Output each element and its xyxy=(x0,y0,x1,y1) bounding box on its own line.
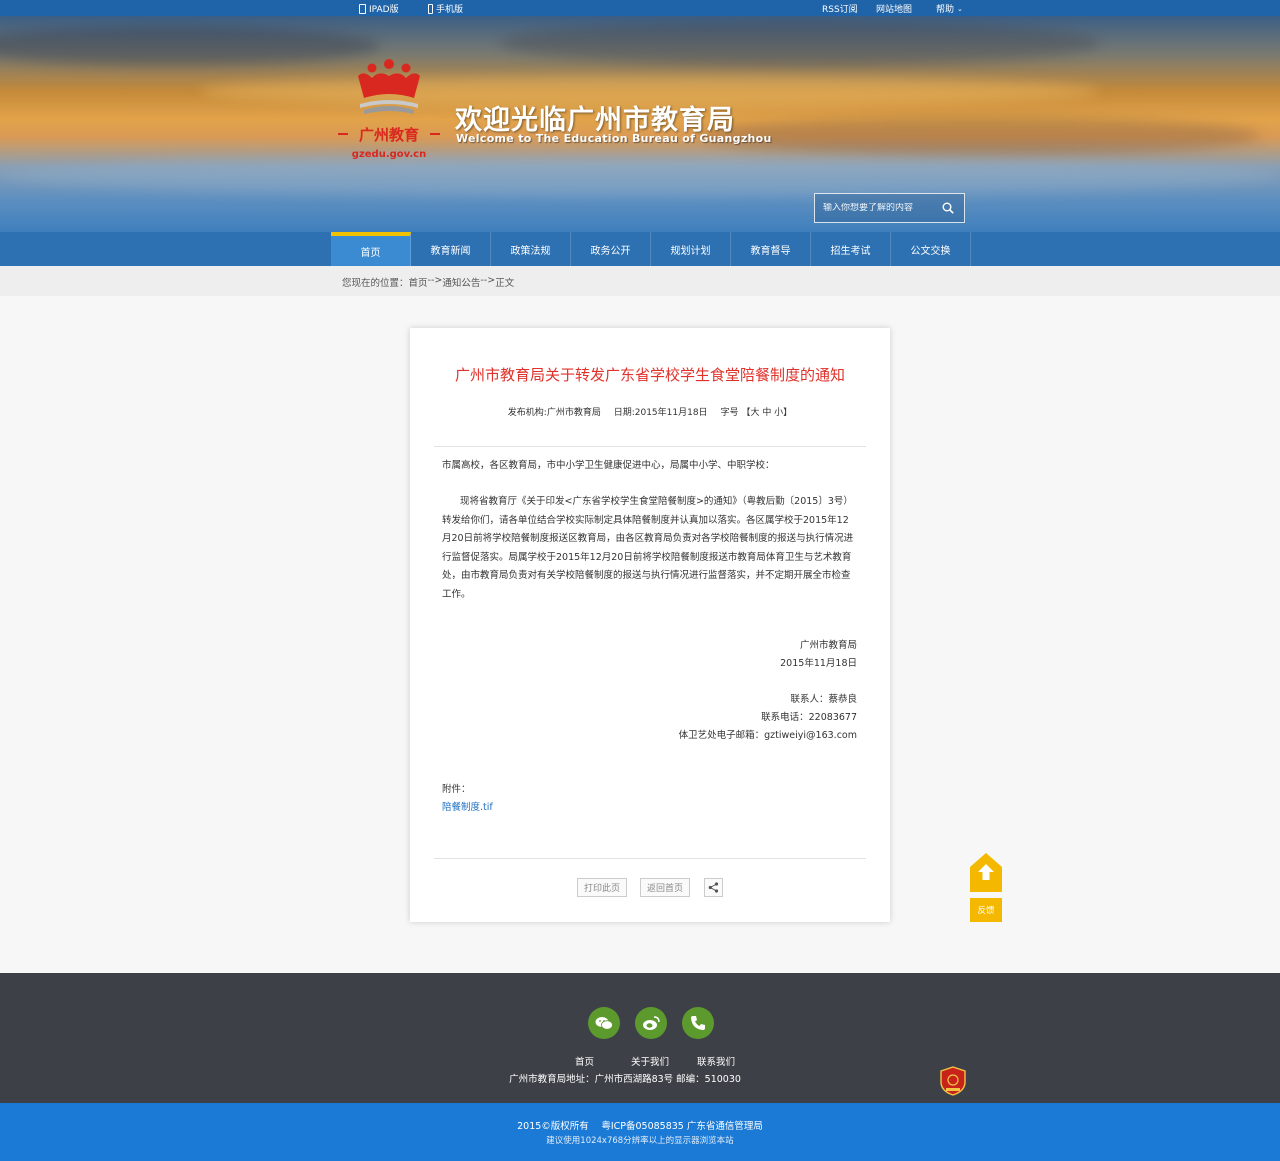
footer-address: 广州市教育局地址：广州市西湖路83号 邮编：510030 xyxy=(509,1074,741,1085)
footer-link-home[interactable]: 首页 xyxy=(575,1054,594,1068)
breadcrumb-notices[interactable]: 通知公告 xyxy=(442,275,480,289)
breadcrumb: 您现在的位置： 首页 --> 通知公告 --> 正文 xyxy=(0,266,1280,296)
article-actions: 打印此页 返回首页 xyxy=(410,878,890,897)
font-size-label: 字号 xyxy=(720,408,739,418)
logo-wordmark: 广州教育 xyxy=(359,126,419,144)
share-icon xyxy=(708,882,719,893)
main-nav: 首页 教育新闻 政策法规 政务公开 规划计划 教育督导 招生考试 公文交换 xyxy=(0,232,1280,266)
rss-link[interactable]: RSS订阅 xyxy=(822,2,858,15)
header-banner: 广州教育 gzedu.gov.cn 欢迎光临广州市教育局 Welcome to … xyxy=(0,16,1280,232)
help-menu[interactable]: 帮助 ⌄ xyxy=(936,2,963,16)
ipad-version-label: IPAD版 xyxy=(369,5,399,15)
mobile-version-label: 手机版 xyxy=(436,5,464,15)
chevron-down-icon: ⌄ xyxy=(957,4,963,13)
weibo-button[interactable] xyxy=(635,1007,667,1039)
mobile-version-link[interactable]: 手机版 xyxy=(428,2,463,15)
nav-tab-policy[interactable]: 政策法规 xyxy=(491,232,571,266)
back-home-button[interactable]: 返回首页 xyxy=(640,878,691,897)
breadcrumb-separator: --> xyxy=(480,275,496,286)
breadcrumb-current: 正文 xyxy=(495,278,515,289)
nav-tab-planning[interactable]: 规划计划 xyxy=(651,232,731,266)
ipad-version-link[interactable]: IPAD版 xyxy=(359,2,399,15)
search-input[interactable] xyxy=(823,203,938,213)
print-button[interactable]: 打印此页 xyxy=(576,878,627,897)
tablet-icon xyxy=(359,3,366,14)
attachment-label: 附件： xyxy=(442,784,471,795)
signature-org: 广州市教育局 xyxy=(799,640,857,651)
back-to-top-button[interactable] xyxy=(970,853,1002,892)
logo-domain: gzedu.gov.cn xyxy=(352,149,426,160)
site-subtitle: Welcome to The Education Bureau of Guang… xyxy=(456,132,772,145)
breadcrumb-separator: --> xyxy=(427,275,443,286)
breadcrumb-label: 您现在的位置： xyxy=(342,278,409,289)
nav-tab-education-news[interactable]: 教育新闻 xyxy=(411,232,491,266)
weibo-icon xyxy=(643,1015,660,1030)
water-reflection xyxy=(0,156,1280,196)
help-label: 帮助 xyxy=(936,5,955,15)
nav-tab-home[interactable]: 首页 xyxy=(331,232,411,266)
signature-date: 2015年11月18日 xyxy=(780,658,857,669)
nav-tab-government-affairs[interactable]: 政务公开 xyxy=(571,232,651,266)
top-utility-bar: IPAD版 手机版 RSS订阅 网站地图 帮助 ⌄ xyxy=(0,0,1280,16)
breadcrumb-home[interactable]: 首页 xyxy=(409,275,428,289)
search-icon[interactable] xyxy=(942,202,954,214)
article-body: 现将省教育厅《关于印发<广东省学校学生食堂陪餐制度>的通知》（粤教后勤〔2015… xyxy=(442,496,854,600)
sky-cloud xyxy=(700,116,1260,156)
gov-badge-icon[interactable] xyxy=(940,1066,966,1096)
article-card: 广州市教育局关于转发广东省学校学生食堂陪餐制度的通知 发布机构:广州市教育局 日… xyxy=(410,328,890,922)
font-size-selector[interactable]: 【大 中 小】 xyxy=(741,408,792,418)
nav-tab-document-exchange[interactable]: 公文交换 xyxy=(891,232,971,266)
browser-advice: 建议使用1024x768分辨率以上的显示器浏览本站 xyxy=(546,1136,734,1146)
phone-icon xyxy=(691,1016,705,1030)
nav-tab-supervision[interactable]: 教育督导 xyxy=(731,232,811,266)
article-meta: 发布机构:广州市教育局 日期:2015年11月18日 字号 【大 中 小】 xyxy=(410,405,890,418)
copyright-text: 2015©版权所有 粤ICP备05085835 广东省通信管理局 xyxy=(517,1121,763,1132)
rss-label: RSS订阅 xyxy=(822,5,858,15)
search-box xyxy=(814,193,965,223)
attachment-link[interactable]: 陪餐制度.tif xyxy=(442,802,493,813)
article-date: 日期:2015年11月18日 xyxy=(613,408,708,418)
contact-person: 联系人：蔡恭良 xyxy=(790,694,857,705)
copyright-bar: 2015©版权所有 粤ICP备05085835 广东省通信管理局 建议使用102… xyxy=(0,1103,1280,1161)
nav-tab-enrollment[interactable]: 招生考试 xyxy=(811,232,891,266)
sitemap-link[interactable]: 网站地图 xyxy=(876,2,912,15)
sky-cloud xyxy=(0,26,380,66)
article-publisher: 发布机构:广州市教育局 xyxy=(507,408,601,418)
contact-email: 体卫艺处电子邮箱：gztiweiyi@163.com xyxy=(678,730,857,741)
article-salutation: 市属高校，各区教育局，市中小学卫生健康促进中心，局属中小学、中职学校： xyxy=(442,460,775,471)
divider xyxy=(434,858,866,859)
bureau-logo[interactable]: 广州教育 gzedu.gov.cn xyxy=(334,56,444,166)
sitemap-label: 网站地图 xyxy=(876,5,913,15)
share-button[interactable] xyxy=(704,878,724,897)
sky-cloud xyxy=(500,20,1100,66)
article-title: 广州市教育局关于转发广东省学校学生食堂陪餐制度的通知 xyxy=(454,366,845,384)
phone-button[interactable] xyxy=(682,1007,714,1039)
phone-icon xyxy=(428,3,433,14)
divider xyxy=(434,446,866,447)
footer-link-contact[interactable]: 联系我们 xyxy=(697,1054,735,1068)
contact-phone: 联系电话：22083677 xyxy=(761,712,857,723)
wechat-icon xyxy=(595,1016,613,1030)
footer: 首页 关于我们 联系我们 广州市教育局地址：广州市西湖路83号 邮编：51003… xyxy=(0,973,1280,1103)
wechat-button[interactable] xyxy=(588,1007,620,1039)
footer-link-about[interactable]: 关于我们 xyxy=(631,1054,669,1068)
feedback-button[interactable]: 反馈 xyxy=(970,898,1002,922)
